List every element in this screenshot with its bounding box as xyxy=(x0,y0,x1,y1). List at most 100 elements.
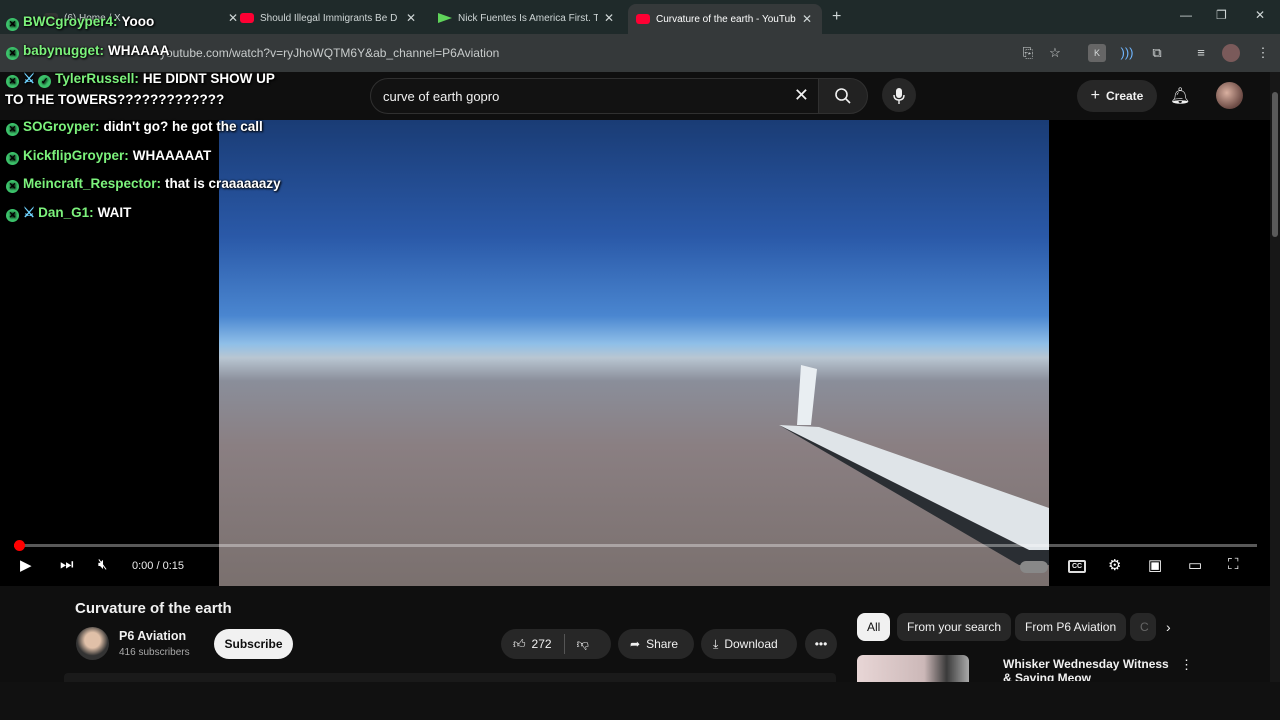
channel-avatar[interactable] xyxy=(76,627,109,660)
download-button[interactable]: ⤓ Download xyxy=(701,629,797,659)
search-query-text: curve of earth gopro xyxy=(383,89,500,104)
close-tab-icon[interactable]: ✕ xyxy=(604,11,614,25)
media-queue-icon[interactable]: ≡ xyxy=(1192,44,1210,62)
thumbs-up-icon[interactable]: 👍︎ xyxy=(513,637,526,652)
chat-badge-icon: ✕ xyxy=(6,180,19,193)
youtube-favicon-icon xyxy=(636,14,650,24)
chip-all[interactable]: All xyxy=(857,613,891,641)
restore-icon[interactable]: ❐ xyxy=(1216,8,1227,22)
chat-username: babynugget: xyxy=(23,43,104,58)
create-label: Create xyxy=(1105,89,1144,103)
video-title: Curvature of the earth xyxy=(75,600,232,617)
chat-message: ✕ ⚔ ✓ TylerRussell: HE DIDNT SHOW UP xyxy=(6,71,275,88)
notifications-bell-icon[interactable]: 🔔︎ xyxy=(1170,86,1190,106)
chat-text: Yooo xyxy=(121,14,155,29)
chat-badge-icon: ✕ xyxy=(6,18,19,31)
chat-badge-icon: ✕ xyxy=(6,47,19,60)
chip-from-your-search[interactable]: From your search xyxy=(897,613,1012,641)
chat-badge-icon: ✕ xyxy=(6,209,19,222)
chat-text: didn't go? he got the call xyxy=(103,119,263,134)
chat-text: WHAAAAAT xyxy=(132,148,212,163)
bottom-letterbox xyxy=(0,682,1280,720)
sword-badge-icon: ⚔ xyxy=(23,71,36,86)
play-button[interactable]: ▶ xyxy=(20,556,32,574)
youtube-favicon-icon xyxy=(240,13,254,23)
rumble-favicon-icon xyxy=(438,13,452,23)
subscribe-button[interactable]: Subscribe xyxy=(214,629,293,659)
channel-name[interactable]: P6 Aviation xyxy=(119,629,186,643)
install-app-icon[interactable]: ⎘ xyxy=(1019,44,1037,62)
close-tab-icon[interactable]: ✕ xyxy=(802,12,812,26)
chevron-right-icon[interactable]: › xyxy=(1166,619,1171,635)
chat-badge-icon: ✕ xyxy=(6,123,19,136)
download-label: Download xyxy=(724,637,778,651)
chat-text: HE DIDNT SHOW UP xyxy=(142,71,275,86)
autoplay-toggle[interactable] xyxy=(1020,561,1048,573)
new-tab-icon[interactable]: + xyxy=(832,8,841,26)
download-icon: ⤓ xyxy=(713,636,719,651)
recommendation-more-icon[interactable]: ⋮ xyxy=(1180,657,1193,673)
share-label: Share xyxy=(646,637,679,651)
more-actions-button[interactable]: ••• xyxy=(805,629,837,659)
scrollbar-thumb[interactable] xyxy=(1272,92,1278,237)
recommendation-thumbnail[interactable] xyxy=(857,655,969,685)
browser-menu-icon[interactable]: ⋮ xyxy=(1254,44,1272,62)
chat-text: WHAAAA xyxy=(108,43,170,58)
profile-avatar-icon[interactable] xyxy=(1222,44,1240,62)
captions-button[interactable]: CC xyxy=(1068,560,1086,573)
browser-tab-strip: (6) Home / X ✕ Should Illegal Immigrants… xyxy=(0,0,1280,34)
voice-search-button[interactable] xyxy=(882,78,916,112)
close-window-icon[interactable]: ✕ xyxy=(1255,8,1265,22)
progress-bar[interactable] xyxy=(14,544,1257,547)
theater-mode-icon[interactable]: ▭ xyxy=(1188,556,1202,574)
chip-from-p6-aviation[interactable]: From P6 Aviation xyxy=(1015,613,1127,641)
tab-label: Curvature of the earth - YouTube xyxy=(656,13,796,25)
recommendation-title[interactable]: Whisker Wednesday Witness & Saving Meow xyxy=(1003,657,1173,681)
sword-badge-icon: ⚔ xyxy=(23,205,36,220)
muted-volume-icon[interactable]: 🔇︎ xyxy=(98,556,107,573)
tab-label: Nick Fuentes Is America First. T xyxy=(458,12,598,24)
chat-badge-icon: ✕ xyxy=(6,152,19,165)
url-field[interactable]: youtube.com/watch?v=ryJhoWQTM6Y&ab_chann… xyxy=(160,46,499,60)
extension-k-icon[interactable]: K xyxy=(1088,44,1106,62)
chat-text: TO THE TOWERS????????????? xyxy=(5,92,225,107)
comment-area-edge xyxy=(64,673,836,682)
extensions-puzzle-icon[interactable]: ⧉ xyxy=(1148,44,1166,62)
close-tab-icon[interactable]: ✕ xyxy=(406,11,416,25)
fullscreen-icon[interactable]: ⛶ xyxy=(1228,556,1239,573)
miniplayer-icon[interactable]: ▣ xyxy=(1148,556,1162,574)
minimize-icon[interactable]: — xyxy=(1180,8,1192,22)
verified-check-icon: ✓ xyxy=(38,75,52,88)
microphone-icon xyxy=(893,88,905,105)
tab-curvature-active[interactable]: Curvature of the earth - YouTube ✕ xyxy=(628,4,822,34)
chat-text: WAIT xyxy=(97,205,132,220)
create-button[interactable]: + Create xyxy=(1077,80,1157,112)
next-button[interactable]: ⏭︎ xyxy=(60,556,74,573)
divider xyxy=(563,634,565,654)
search-button[interactable] xyxy=(818,78,868,114)
tab-nick-fuentes[interactable]: Nick Fuentes Is America First. T ✕ xyxy=(430,6,622,30)
thumbs-down-icon[interactable]: 👎︎ xyxy=(577,637,589,652)
progress-scrubber[interactable] xyxy=(14,540,25,551)
time-display: 0:00 / 0:15 xyxy=(132,560,184,572)
like-dislike-group: 👍︎ 272 👎︎ xyxy=(501,629,611,659)
search-icon xyxy=(835,87,851,104)
chat-message: ✕ ⚔ Dan_G1: WAIT xyxy=(6,205,131,222)
settings-gear-icon[interactable]: ⚙ xyxy=(1108,556,1121,574)
tab-label: Should Illegal Immigrants Be D xyxy=(260,12,398,24)
more-horizontal-icon: ••• xyxy=(814,637,828,651)
plus-icon: + xyxy=(1090,87,1100,104)
share-button[interactable]: ➦ Share xyxy=(618,629,694,659)
subscriber-count: 416 subscribers xyxy=(119,647,190,658)
address-bar-row: youtube.com/watch?v=ryJhoWQTM6Y&ab_chann… xyxy=(0,34,1280,72)
chip-partial[interactable]: C xyxy=(1130,613,1156,641)
tab-illegal-immigrants[interactable]: Should Illegal Immigrants Be D ✕ xyxy=(232,6,424,30)
account-avatar[interactable] xyxy=(1216,82,1243,109)
airplane-wing-graphic xyxy=(779,365,1049,565)
clear-search-icon[interactable]: ✕ xyxy=(794,85,809,106)
bookmark-star-icon[interactable]: ☆ xyxy=(1046,44,1064,62)
extension-audio-icon[interactable]: ))) xyxy=(1118,44,1136,62)
like-count[interactable]: 272 xyxy=(532,637,552,651)
page-scrollbar[interactable] xyxy=(1270,72,1280,682)
search-input[interactable]: curve of earth gopro ✕ xyxy=(370,78,820,114)
